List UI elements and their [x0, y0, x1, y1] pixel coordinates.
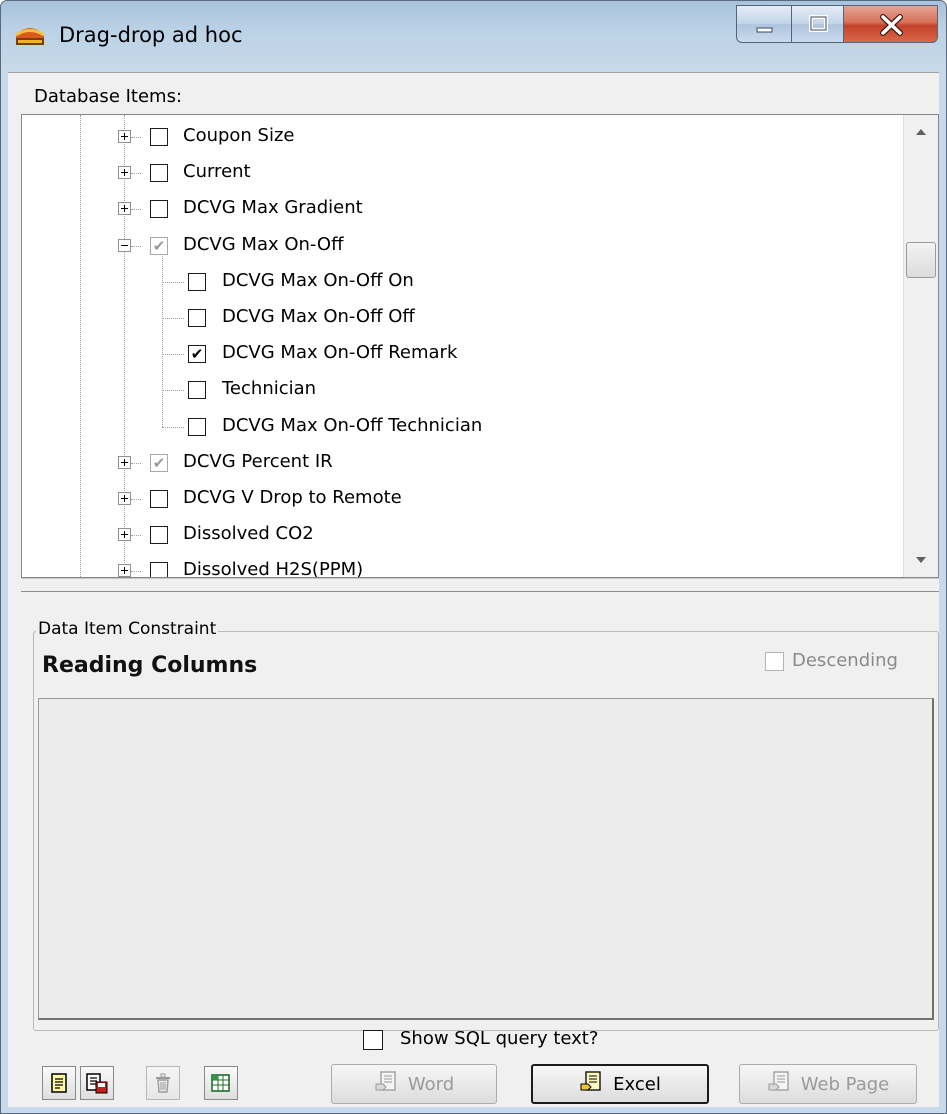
- tree-connector: [162, 281, 184, 283]
- tree-item[interactable]: DCVG Max Gradient: [22, 191, 902, 223]
- tree-item-label: DCVG Max On-Off On: [222, 269, 414, 291]
- tree-connector: [131, 499, 141, 501]
- tree-item-checkbox[interactable]: ✔: [150, 453, 168, 472]
- window-title: Drag-drop ad hoc: [59, 23, 243, 47]
- tree-item-checkbox[interactable]: [150, 200, 168, 219]
- expand-plus-icon[interactable]: [118, 528, 131, 542]
- tree-item-label: Technician: [222, 378, 317, 400]
- tree-child-guide-line: [162, 255, 163, 427]
- tree-item-label: DCVG Max On-Off Remark: [222, 342, 458, 364]
- tree-item-label: DCVG Max On-Off Technician: [222, 414, 483, 436]
- excel-sheet-icon: [210, 1072, 232, 1094]
- tree-item-checkbox[interactable]: [188, 417, 206, 436]
- tree-connector: [131, 173, 141, 175]
- tree-item-checkbox[interactable]: ✔: [150, 236, 168, 255]
- tree-item-label: DCVG Percent IR: [183, 450, 333, 472]
- descending-checkbox[interactable]: [765, 652, 784, 671]
- excel-button-label: Excel: [613, 1073, 661, 1095]
- tree-item-checkbox[interactable]: [150, 526, 168, 545]
- tree-item-checkbox[interactable]: [188, 309, 206, 328]
- tree-connector: [131, 462, 141, 464]
- new-report-icon: [48, 1072, 70, 1094]
- expand-plus-icon[interactable]: [118, 492, 131, 506]
- tree-item[interactable]: ✔ DCVG Max On-Off: [22, 228, 902, 260]
- tree-item-checkbox[interactable]: [188, 381, 206, 400]
- excel-export-icon: [579, 1070, 605, 1099]
- tree-item[interactable]: DCVG Max On-Off Technician: [22, 409, 902, 441]
- tree-item-checkbox[interactable]: ✔: [188, 345, 206, 364]
- tree-connector: [131, 535, 141, 537]
- tree-item-label: Dissolved H2S(PPM): [183, 559, 364, 578]
- word-button[interactable]: Word: [331, 1064, 497, 1104]
- show-sql-checkbox[interactable]: [363, 1030, 383, 1050]
- collapse-minus-icon[interactable]: [118, 238, 131, 252]
- data-item-constraint-label: Data Item Constraint: [36, 619, 219, 639]
- tree-item-label: DCVG V Drop to Remote: [183, 487, 402, 509]
- tree-item[interactable]: ✔ DCVG Max On-Off Remark: [22, 336, 902, 368]
- scroll-down-arrow-icon[interactable]: [904, 543, 938, 577]
- expand-plus-icon[interactable]: [118, 564, 131, 577]
- tree-item-checkbox[interactable]: [150, 164, 168, 183]
- tree-item[interactable]: DCVG Max On-Off On: [22, 264, 902, 296]
- show-sql-label: Show SQL query text?: [400, 1028, 599, 1049]
- reading-columns-panel[interactable]: [38, 698, 934, 1020]
- minimize-button[interactable]: [736, 5, 792, 43]
- tree-item[interactable]: Dissolved H2S(PPM): [22, 553, 902, 578]
- tree-item[interactable]: DCVG V Drop to Remote: [22, 481, 902, 513]
- tree-item[interactable]: ✔ DCVG Percent IR: [22, 445, 902, 477]
- web-page-button[interactable]: Web Page: [739, 1064, 917, 1104]
- save-report-button[interactable]: [80, 1066, 114, 1100]
- export-excel-sheet-button[interactable]: [204, 1066, 238, 1100]
- tree-connector: [131, 571, 141, 573]
- tree-item[interactable]: DCVG Max On-Off Off: [22, 300, 902, 332]
- tree-connector: [131, 245, 141, 247]
- tree-item-checkbox[interactable]: [150, 490, 168, 509]
- web-page-export-icon: [767, 1070, 793, 1099]
- scroll-thumb[interactable]: [906, 242, 936, 278]
- reading-columns-title: Reading Columns: [42, 653, 258, 678]
- word-export-icon: [374, 1070, 400, 1099]
- descending-label: Descending: [792, 650, 898, 671]
- tree-item-label: Current: [183, 161, 251, 183]
- tree-item-label: Coupon Size: [183, 125, 295, 147]
- expand-plus-icon[interactable]: [118, 455, 131, 469]
- close-button[interactable]: [843, 5, 938, 43]
- tree-item[interactable]: Dissolved CO2: [22, 517, 902, 549]
- delete-report-button[interactable]: [146, 1066, 180, 1100]
- save-report-icon: [85, 1072, 109, 1094]
- expand-plus-icon[interactable]: [118, 130, 131, 144]
- tree-connector: [162, 426, 184, 428]
- pane-splitter[interactable]: [21, 578, 939, 592]
- app-logo-icon: [13, 21, 47, 49]
- tree-item[interactable]: Technician: [22, 372, 902, 404]
- expand-plus-icon[interactable]: [118, 166, 131, 180]
- maximize-button[interactable]: [791, 5, 844, 43]
- word-button-label: Word: [407, 1073, 455, 1095]
- tree-connector: [162, 354, 184, 356]
- tree-item-label: DCVG Max On-Off Off: [222, 306, 415, 328]
- tree-item-label: DCVG Max On-Off: [183, 233, 344, 255]
- scroll-up-arrow-icon[interactable]: [904, 115, 938, 149]
- database-items-label: Database Items:: [34, 86, 183, 107]
- tree-item-checkbox[interactable]: [188, 272, 206, 291]
- tree-connector: [162, 390, 184, 392]
- tree-item-checkbox[interactable]: [150, 128, 168, 147]
- expand-plus-icon[interactable]: [118, 202, 131, 216]
- tree-scrollbar[interactable]: [903, 115, 938, 577]
- tree-item-label: DCVG Max Gradient: [183, 197, 363, 219]
- excel-button[interactable]: Excel: [531, 1064, 709, 1104]
- new-report-button[interactable]: [42, 1066, 76, 1100]
- tree-connector: [131, 137, 141, 139]
- trash-icon: [152, 1072, 174, 1094]
- tree-item-checkbox[interactable]: [150, 562, 168, 577]
- database-items-tree[interactable]: Coupon Size Current DCVG Max Gradient ✔ DCVG…: [21, 114, 939, 578]
- tree-connector: [131, 209, 141, 211]
- tree-item[interactable]: Current: [22, 155, 902, 187]
- tree-item[interactable]: Coupon Size: [22, 119, 902, 151]
- tree-connector: [162, 318, 184, 320]
- tree-item-label: Dissolved CO2: [183, 523, 314, 545]
- web-page-button-label: Web Page: [800, 1073, 890, 1095]
- title-bar[interactable]: Drag-drop ad hoc: [1, 1, 946, 73]
